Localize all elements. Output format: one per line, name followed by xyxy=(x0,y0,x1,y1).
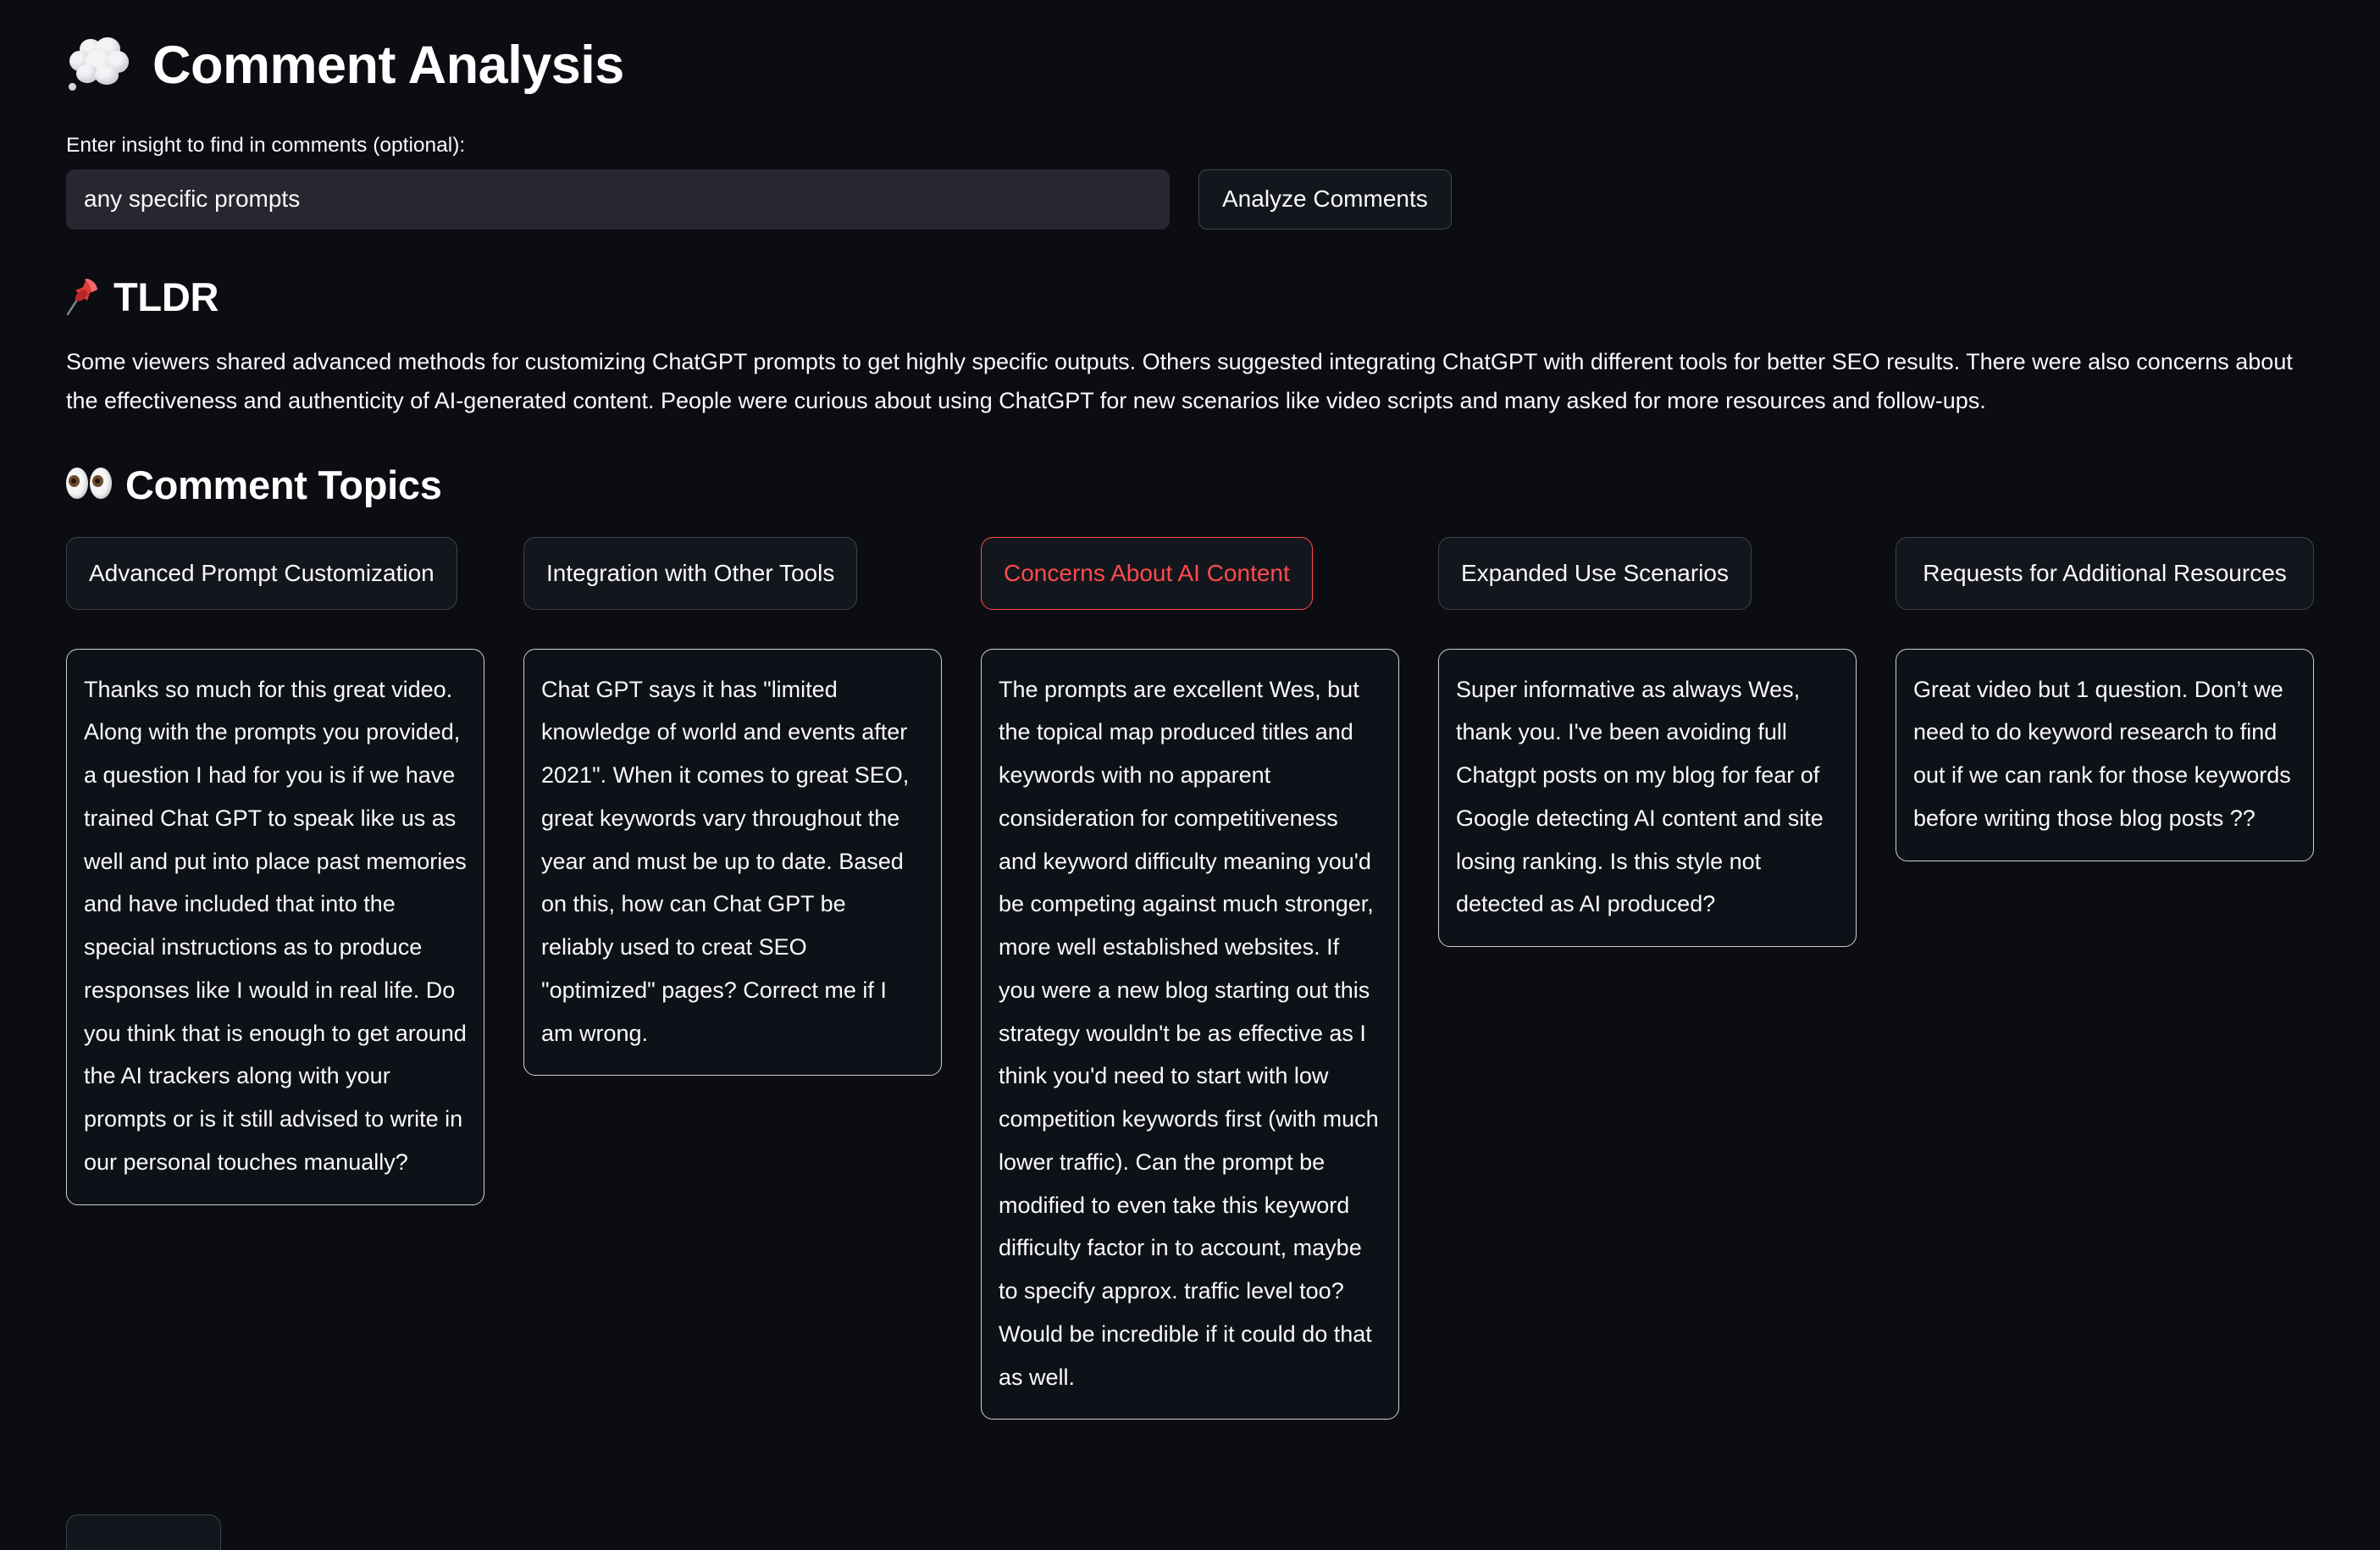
comment-analysis-page: Comment Analysis Enter insight to find i… xyxy=(0,0,2380,1550)
analyze-comments-button[interactable]: Analyze Comments xyxy=(1198,169,1452,230)
topics-heading-row: Comment Topics xyxy=(66,465,2314,505)
insight-input-label: Enter insight to find in comments (optio… xyxy=(66,134,466,157)
insight-input-row: Analyze Comments xyxy=(66,169,2314,230)
insight-input[interactable] xyxy=(66,169,1170,230)
comment-card: The prompts are excellent Wes, but the t… xyxy=(981,648,1399,1420)
thought-balloon-icon xyxy=(66,36,134,95)
topics-heading: Comment Topics xyxy=(125,462,442,507)
tldr-heading: TLDR xyxy=(113,274,219,319)
pushpin-icon xyxy=(66,277,102,316)
comment-cards-row: Thanks so much for this great video. Alo… xyxy=(66,648,2314,1420)
tldr-body: Some viewers shared advanced methods for… xyxy=(66,348,2293,414)
comment-card: Chat GPT says it has "limited knowledge … xyxy=(523,648,942,1077)
topic-pill-2[interactable]: Concerns About AI Content xyxy=(981,536,1313,610)
topic-pill-row: Advanced Prompt Customization Integratio… xyxy=(66,536,2314,610)
comment-card: Great video but 1 question. Don’t we nee… xyxy=(1896,648,2314,861)
tldr-heading-row: TLDR xyxy=(66,277,2314,317)
eyes-icon xyxy=(66,468,113,501)
topic-pill-3[interactable]: Expanded Use Scenarios xyxy=(1438,536,1752,610)
topic-pill-0[interactable]: Advanced Prompt Customization xyxy=(66,536,457,610)
topic-pill-1[interactable]: Integration with Other Tools xyxy=(523,536,858,610)
page-title: Comment Analysis xyxy=(152,35,624,95)
comment-card: Super informative as always Wes, thank y… xyxy=(1438,648,1857,948)
bottom-partial-button[interactable] xyxy=(66,1514,221,1550)
topic-pill-4[interactable]: Requests for Additional Resources xyxy=(1896,536,2314,610)
comment-card: Thanks so much for this great video. Alo… xyxy=(66,648,484,1205)
page-header: Comment Analysis xyxy=(66,0,2314,95)
